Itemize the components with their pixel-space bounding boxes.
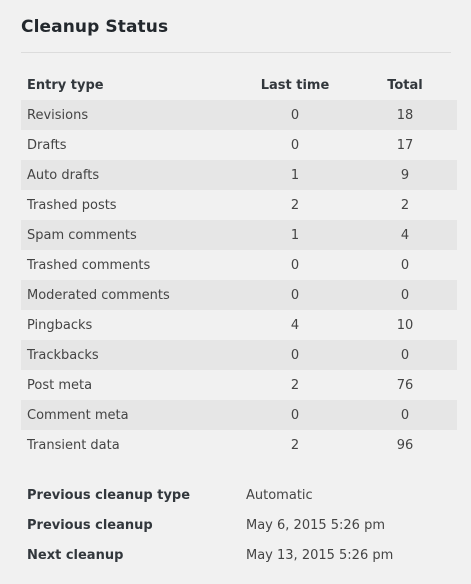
table-row: Trackbacks 0 0 bbox=[21, 340, 457, 370]
total-cell: 0 bbox=[400, 287, 410, 303]
info-row: Previous cleanup type Automatic bbox=[21, 480, 451, 510]
entry-type-cell: Post meta bbox=[27, 377, 93, 393]
last-time-cell: 0 bbox=[290, 257, 300, 273]
entry-type-cell: Revisions bbox=[27, 107, 89, 123]
total-cell: 18 bbox=[396, 107, 414, 123]
entry-type-cell: Comment meta bbox=[27, 407, 129, 423]
total-cell: 0 bbox=[400, 407, 410, 423]
cleanup-status-panel: Cleanup Status Entry type Last time Tota… bbox=[0, 0, 471, 584]
info-label: Previous cleanup bbox=[27, 517, 153, 533]
entry-type-cell: Pingbacks bbox=[27, 317, 93, 333]
entry-type-cell: Spam comments bbox=[27, 227, 137, 243]
entry-type-cell: Auto drafts bbox=[27, 167, 100, 183]
last-time-cell: 2 bbox=[290, 377, 300, 393]
last-time-cell: 0 bbox=[290, 287, 300, 303]
entry-type-cell: Transient data bbox=[27, 437, 120, 453]
entry-type-cell: Trashed posts bbox=[27, 197, 117, 213]
info-value: May 6, 2015 5:26 pm bbox=[246, 517, 386, 533]
table-row: Spam comments 1 4 bbox=[21, 220, 457, 250]
table-row: Revisions 0 18 bbox=[21, 100, 457, 130]
table-row: Drafts 0 17 bbox=[21, 130, 457, 160]
cleanup-status-table: Entry type Last time Total Revisions 0 1… bbox=[21, 70, 457, 460]
total-cell: 0 bbox=[400, 257, 410, 273]
table-row: Comment meta 0 0 bbox=[21, 400, 457, 430]
info-row: Next cleanup May 13, 2015 5:26 pm bbox=[21, 540, 451, 570]
entry-type-cell: Drafts bbox=[27, 137, 67, 153]
total-cell: 17 bbox=[396, 137, 414, 153]
column-header-entry-type: Entry type bbox=[27, 77, 104, 93]
last-time-cell: 2 bbox=[290, 197, 300, 213]
column-header-total: Total bbox=[387, 77, 423, 93]
column-header-last-time: Last time bbox=[260, 77, 330, 93]
info-label: Next cleanup bbox=[27, 547, 124, 563]
info-value: May 13, 2015 5:26 pm bbox=[246, 547, 394, 563]
total-cell: 96 bbox=[396, 437, 414, 453]
last-time-cell: 0 bbox=[290, 407, 300, 423]
title-divider bbox=[21, 52, 451, 53]
entry-type-cell: Trackbacks bbox=[27, 347, 99, 363]
cleanup-info-table: Previous cleanup type Automatic Previous… bbox=[21, 480, 451, 570]
table-row: Trashed comments 0 0 bbox=[21, 250, 457, 280]
table-row: Auto drafts 1 9 bbox=[21, 160, 457, 190]
last-time-cell: 1 bbox=[290, 227, 300, 243]
last-time-cell: 0 bbox=[290, 107, 300, 123]
table-header-row: Entry type Last time Total bbox=[21, 70, 457, 100]
total-cell: 9 bbox=[400, 167, 410, 183]
table-row: Pingbacks 4 10 bbox=[21, 310, 457, 340]
table-row: Post meta 2 76 bbox=[21, 370, 457, 400]
last-time-cell: 0 bbox=[290, 137, 300, 153]
total-cell: 10 bbox=[396, 317, 414, 333]
table-row: Transient data 2 96 bbox=[21, 430, 457, 460]
last-time-cell: 1 bbox=[290, 167, 300, 183]
info-row: Previous cleanup May 6, 2015 5:26 pm bbox=[21, 510, 451, 540]
total-cell: 4 bbox=[400, 227, 410, 243]
total-cell: 2 bbox=[400, 197, 410, 213]
last-time-cell: 4 bbox=[290, 317, 300, 333]
info-label: Previous cleanup type bbox=[27, 487, 191, 503]
panel-title: Cleanup Status bbox=[21, 17, 169, 37]
entry-type-cell: Moderated comments bbox=[27, 287, 170, 303]
entry-type-cell: Trashed comments bbox=[27, 257, 151, 273]
total-cell: 0 bbox=[400, 347, 410, 363]
table-row: Trashed posts 2 2 bbox=[21, 190, 457, 220]
last-time-cell: 2 bbox=[290, 437, 300, 453]
table-row: Moderated comments 0 0 bbox=[21, 280, 457, 310]
last-time-cell: 0 bbox=[290, 347, 300, 363]
total-cell: 76 bbox=[396, 377, 414, 393]
info-value: Automatic bbox=[246, 487, 313, 503]
